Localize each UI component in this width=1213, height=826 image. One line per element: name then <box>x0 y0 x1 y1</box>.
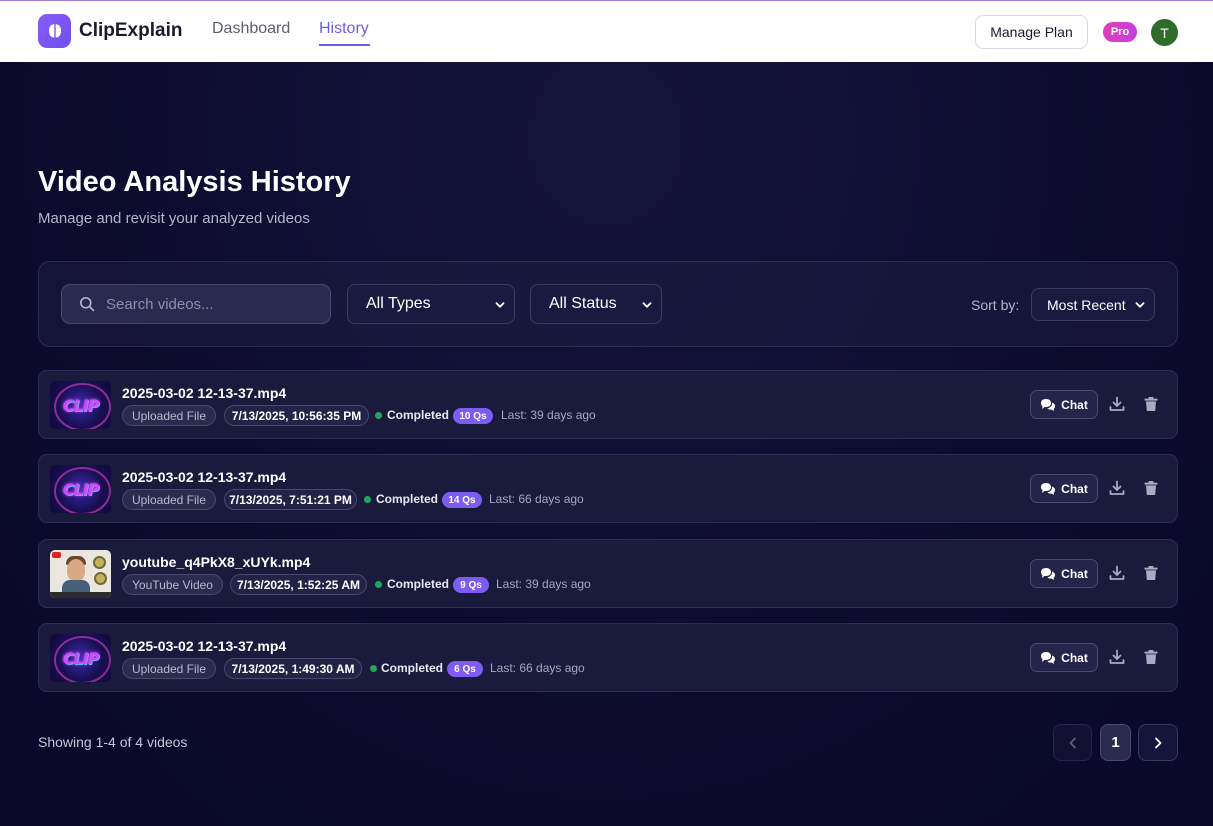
chat-bubbles-icon <box>1041 651 1056 664</box>
video-date-badge: 7/13/2025, 1:49:30 AM <box>224 658 362 679</box>
nav-link-history[interactable]: History <box>319 20 369 38</box>
download-icon <box>1109 396 1125 411</box>
status-text: Completed <box>381 661 444 675</box>
download-button[interactable] <box>1108 479 1126 497</box>
video-title[interactable]: youtube_q4PkX8_xUYk.mp4 <box>122 554 310 570</box>
chat-button[interactable]: Chat <box>1030 559 1098 588</box>
download-icon <box>1109 649 1125 664</box>
download-icon <box>1109 565 1125 580</box>
brain-icon <box>48 24 61 38</box>
sort-value: Most Recent <box>1047 296 1126 313</box>
chevron-down-icon <box>495 302 505 308</box>
active-tab-indicator <box>319 44 370 46</box>
video-title[interactable]: 2025-03-02 12-13-37.mp4 <box>122 385 286 401</box>
trash-icon <box>1144 650 1158 664</box>
status-filter-select[interactable]: All Status <box>530 284 662 324</box>
coin-icon <box>93 556 106 569</box>
video-date-badge: 7/13/2025, 10:56:35 PM <box>224 405 369 426</box>
video-type-badge: Uploaded File <box>122 658 216 679</box>
app-logo-icon[interactable] <box>38 14 71 48</box>
download-icon <box>1109 480 1125 495</box>
chat-button-label: Chat <box>1061 650 1088 665</box>
video-row[interactable]: youtube_q4PkX8_xUYk.mp4 YouTube Video 7/… <box>38 539 1178 608</box>
delete-button[interactable] <box>1142 395 1160 413</box>
sort-select[interactable]: Most Recent <box>1031 288 1155 321</box>
chat-bubbles-icon <box>1041 482 1056 495</box>
last-activity-text: Last: 39 days ago <box>496 577 591 591</box>
chat-button[interactable]: Chat <box>1030 390 1098 419</box>
chat-button[interactable]: Chat <box>1030 474 1098 503</box>
user-avatar[interactable]: T <box>1151 19 1178 46</box>
video-title[interactable]: 2025-03-02 12-13-37.mp4 <box>122 638 286 654</box>
last-activity-text: Last: 39 days ago <box>501 408 596 422</box>
video-row[interactable]: CLIP 2025-03-02 12-13-37.mp4 Uploaded Fi… <box>38 454 1178 523</box>
chevron-right-icon <box>1155 737 1162 748</box>
type-filter-value: All Types <box>366 295 431 312</box>
questions-count-badge: 6 Qs <box>447 661 483 677</box>
video-date-badge: 7/13/2025, 7:51:21 PM <box>224 489 357 510</box>
status-dot <box>375 412 382 419</box>
chat-bubbles-icon <box>1041 398 1056 411</box>
trash-icon <box>1144 566 1158 580</box>
video-thumbnail[interactable]: CLIP <box>50 381 111 429</box>
video-thumbnail[interactable] <box>50 550 111 598</box>
status-text: Completed <box>387 408 450 422</box>
questions-count-badge: 9 Qs <box>453 577 489 593</box>
chat-bubbles-icon <box>1041 567 1056 580</box>
nav-link-dashboard[interactable]: Dashboard <box>212 20 290 38</box>
previous-page-button[interactable] <box>1053 724 1092 761</box>
next-page-button[interactable] <box>1138 724 1178 761</box>
status-dot <box>375 581 382 588</box>
chat-button[interactable]: Chat <box>1030 643 1098 672</box>
chat-button-label: Chat <box>1061 481 1088 496</box>
chat-button-label: Chat <box>1061 566 1088 581</box>
coin-icon <box>94 572 107 585</box>
page-subtitle: Manage and revisit your analyzed videos <box>38 210 310 227</box>
download-button[interactable] <box>1108 395 1126 413</box>
video-row[interactable]: CLIP 2025-03-02 12-13-37.mp4 Uploaded Fi… <box>38 370 1178 439</box>
manage-plan-button[interactable]: Manage Plan <box>975 15 1088 49</box>
sort-label: Sort by: <box>971 297 1020 313</box>
search-input[interactable] <box>106 285 321 323</box>
status-dot <box>370 665 377 672</box>
status-text: Completed <box>376 492 439 506</box>
status-dot <box>364 496 371 503</box>
plan-badge: Pro <box>1103 22 1137 42</box>
youtube-logo-icon <box>52 552 61 558</box>
video-thumbnail[interactable]: CLIP <box>50 465 111 513</box>
last-activity-text: Last: 66 days ago <box>490 661 585 675</box>
delete-button[interactable] <box>1142 564 1160 582</box>
page-title: Video Analysis History <box>38 166 351 198</box>
last-activity-text: Last: 66 days ago <box>489 492 584 506</box>
video-type-badge: Uploaded File <box>122 405 216 426</box>
download-button[interactable] <box>1108 564 1126 582</box>
app-name[interactable]: ClipExplain <box>79 20 182 42</box>
chevron-down-icon <box>642 302 652 308</box>
delete-button[interactable] <box>1142 648 1160 666</box>
chevron-down-icon <box>1135 302 1145 308</box>
type-filter-select[interactable]: All Types <box>347 284 515 324</box>
video-title[interactable]: 2025-03-02 12-13-37.mp4 <box>122 469 286 485</box>
trash-icon <box>1144 481 1158 495</box>
video-type-badge: YouTube Video <box>122 574 223 595</box>
delete-button[interactable] <box>1142 479 1160 497</box>
video-thumbnail[interactable]: CLIP <box>50 634 111 682</box>
chat-button-label: Chat <box>1061 397 1088 412</box>
questions-count-badge: 10 Qs <box>453 408 493 424</box>
video-row[interactable]: CLIP 2025-03-02 12-13-37.mp4 Uploaded Fi… <box>38 623 1178 692</box>
questions-count-badge: 14 Qs <box>442 492 482 508</box>
search-icon <box>80 297 95 312</box>
video-type-badge: Uploaded File <box>122 489 216 510</box>
video-date-badge: 7/13/2025, 1:52:25 AM <box>230 574 367 595</box>
page-number-button[interactable]: 1 <box>1100 724 1131 761</box>
status-filter-value: All Status <box>549 295 617 312</box>
download-button[interactable] <box>1108 648 1126 666</box>
top-navigation-bar: ClipExplain Dashboard History Manage Pla… <box>0 0 1213 62</box>
status-text: Completed <box>387 577 450 591</box>
chevron-left-icon <box>1069 737 1076 748</box>
trash-icon <box>1144 397 1158 411</box>
results-count-text: Showing 1-4 of 4 videos <box>38 734 188 750</box>
